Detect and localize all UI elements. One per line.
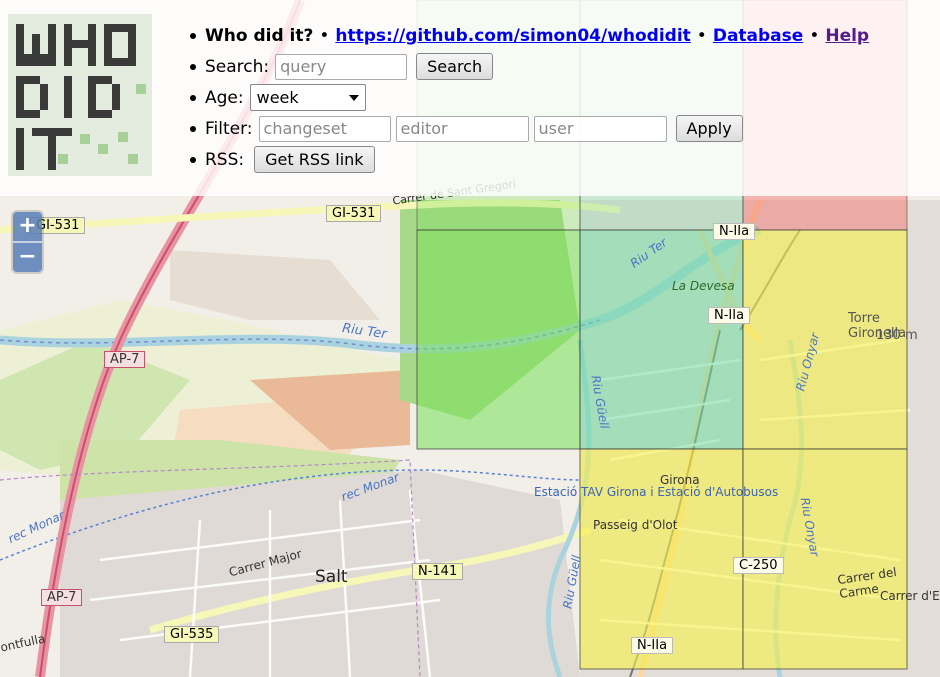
bullet <box>190 32 196 39</box>
label-c250: C-250 <box>733 557 784 574</box>
zoom-out-button[interactable]: − <box>13 241 42 272</box>
chevron-down-icon <box>348 94 359 101</box>
label-estacio: Estació TAV Girona i Estació d'Autobusos <box>534 485 779 499</box>
label-passeig-olot: Passeig d'Olot <box>593 518 678 532</box>
label-n2a-top: N-IIa <box>713 223 756 240</box>
help-link[interactable]: Help <box>825 26 869 46</box>
search-row: Search: Search <box>188 51 869 82</box>
age-select[interactable]: week <box>249 84 366 111</box>
separator: • <box>319 25 330 46</box>
rss-label: RSS: <box>205 149 245 170</box>
label-elevation: 130 m <box>876 328 918 343</box>
bullet <box>190 94 196 101</box>
bullet <box>190 63 196 70</box>
age-label: Age: <box>205 87 244 108</box>
age-row: Age: week <box>188 82 869 113</box>
label-la-devesa: La Devesa <box>672 279 735 293</box>
user-input[interactable] <box>533 115 667 142</box>
label-n141: N-141 <box>412 563 464 580</box>
changeset-input[interactable] <box>258 115 391 142</box>
zoom-in-button[interactable]: + <box>13 212 42 241</box>
app-title: Who did it? <box>205 25 314 46</box>
label-ap7-mid: AP-7 <box>104 351 146 368</box>
control-panel: Who did it? • https://github.com/simon04… <box>0 0 940 196</box>
separator: • <box>809 25 820 46</box>
label-salt: Salt <box>315 567 348 587</box>
filter-row: Filter: Apply <box>188 113 869 144</box>
bullet <box>190 156 196 163</box>
whodidit-logo <box>8 14 152 176</box>
header-row: Who did it? • https://github.com/simon04… <box>188 20 869 51</box>
label-carrer-carme-2: Carrer d'E <box>880 589 940 603</box>
label-ap7-bottom: AP-7 <box>41 589 83 606</box>
editor-input[interactable] <box>395 115 529 142</box>
filter-label: Filter: <box>205 118 253 139</box>
label-gi531-top: GI-531 <box>326 205 382 222</box>
label-gi535: GI-535 <box>164 626 220 643</box>
search-button[interactable]: Search <box>416 53 494 80</box>
age-selected-value: week <box>256 88 299 107</box>
search-label: Search: <box>205 56 270 77</box>
label-n2a-bottom: N-IIa <box>631 637 674 654</box>
apply-button[interactable]: Apply <box>675 115 743 142</box>
bullet <box>190 125 196 132</box>
zoom-control: + − <box>13 212 42 272</box>
separator: • <box>696 25 707 46</box>
database-link[interactable]: Database <box>713 26 803 46</box>
label-n2a-mid: N-IIa <box>708 307 751 324</box>
rss-button[interactable]: Get RSS link <box>254 146 375 173</box>
github-link[interactable]: https://github.com/simon04/whodidit <box>335 26 690 46</box>
rss-row: RSS: Get RSS link <box>188 144 869 175</box>
search-input[interactable] <box>275 53 408 80</box>
